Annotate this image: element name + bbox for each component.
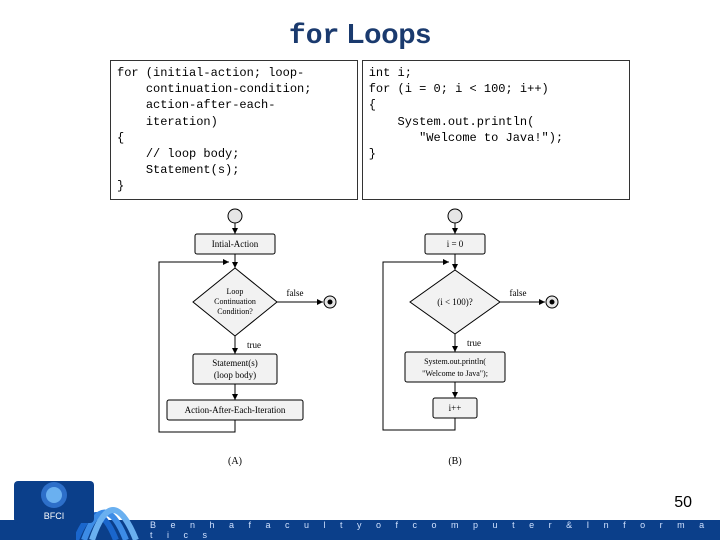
code-row: for (initial-action; loop- continuation-… [0, 60, 720, 200]
title-mono: for [289, 21, 339, 52]
fc-b-body2: "Welcome to Java"); [422, 369, 488, 378]
fc-b-false: false [510, 288, 527, 298]
fc-a-body1: Statement(s) [212, 358, 258, 368]
footer-badge: BFCI [10, 474, 98, 530]
badge-text: BFCI [44, 511, 65, 521]
footer: B e n h a f a c u l t y o f c o m p u t … [0, 504, 720, 540]
fc-b-init: i = 0 [447, 239, 464, 249]
fc-a-after: Action-After-Each-Iteration [185, 405, 286, 415]
fc-a-cond1: Loop [227, 287, 244, 296]
footer-text: B e n h a f a c u l t y o f c o m p u t … [150, 520, 720, 540]
fc-a-init: Intial-Action [212, 239, 259, 249]
code-syntax-box: for (initial-action; loop- continuation-… [110, 60, 358, 200]
flowchart-a: Intial-Action Loop Continuation Conditio… [159, 209, 336, 467]
fc-a-label: (A) [228, 456, 242, 467]
fc-b-true: true [467, 338, 481, 348]
fc-a-false: false [287, 288, 304, 298]
slide-title: for Loops [0, 0, 720, 60]
code-example-box: int i; for (i = 0; i < 100; i++) { Syste… [362, 60, 630, 200]
title-rest: Loops [339, 18, 431, 49]
fc-a-body2: (loop body) [214, 370, 256, 380]
fc-b-after: i++ [449, 403, 462, 413]
fc-b-body1: System.out.println( [424, 357, 486, 366]
slide: for Loops for (initial-action; loop- con… [0, 0, 720, 540]
fc-a-cond3: Condition? [217, 307, 253, 316]
fc-a-true: true [247, 340, 261, 350]
fc-b-cond: (i < 100)? [437, 297, 473, 307]
fc-a-cond2: Continuation [214, 297, 256, 306]
flowchart-diagram: Intial-Action Loop Continuation Conditio… [135, 204, 585, 484]
fc-b-label: (B) [448, 456, 461, 467]
diagram-wrap: Intial-Action Loop Continuation Conditio… [0, 200, 720, 484]
flowchart-b: i = 0 (i < 100)? false true System.out.p… [383, 209, 558, 467]
